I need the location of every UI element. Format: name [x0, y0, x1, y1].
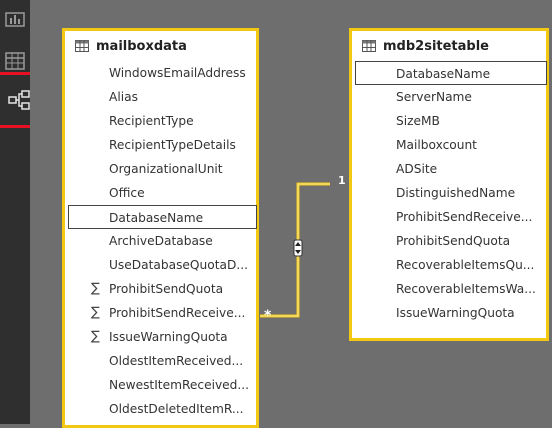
table-mailboxdata[interactable]: mailboxdata WindowsEmailAddress Alias Reci… [62, 28, 259, 428]
relationships-canvas[interactable]: 1 * mailboxdata WindowsEmailAddress Alias… [30, 0, 552, 428]
table-icon [362, 40, 376, 52]
table-field[interactable]: ADSite [352, 157, 546, 181]
field-label: ServerName [396, 90, 472, 104]
table-field[interactable]: IssueWarningQuota [352, 301, 546, 325]
field-label: ADSite [396, 162, 438, 176]
table-field[interactable]: NewestItemReceived... [65, 373, 256, 397]
table-field[interactable]: Mailboxcount [352, 133, 546, 157]
field-label: OldestItemReceived... [109, 354, 244, 368]
report-view-icon[interactable] [0, 0, 30, 34]
table-field[interactable]: OrganizationalUnit [65, 157, 256, 181]
table-field[interactable]: RecipientTypeDetails [65, 133, 256, 157]
table-field[interactable]: SizeMB [352, 109, 546, 133]
table-field[interactable]: ∑ ProhibitSendReceive... [65, 301, 256, 325]
table-field[interactable]: UseDatabaseQuotaD... [65, 253, 256, 277]
table-field[interactable]: DistinguishedName [352, 181, 546, 205]
field-label: Mailboxcount [396, 138, 477, 152]
field-label: RecipientTypeDetails [109, 138, 236, 152]
table-field[interactable]: DatabaseName [355, 61, 547, 85]
field-label: RecipientType [109, 114, 194, 128]
table-field[interactable]: ProhibitSendReceive... [352, 205, 546, 229]
field-label: RecoverableItemsQu... [396, 258, 535, 272]
field-label: IssueWarningQuota [109, 330, 228, 344]
view-switcher-sidebar [0, 0, 40, 424]
field-label: ProhibitSendReceive... [109, 306, 246, 320]
field-label: NewestItemReceived... [109, 378, 250, 392]
sum-icon: ∑ [91, 281, 100, 296]
field-list: DatabaseName ServerName SizeMB Mailboxcount… [352, 61, 547, 325]
field-label: ProhibitSendQuota [396, 234, 511, 248]
table-field[interactable]: OldestItemReceived... [65, 349, 256, 373]
field-label: WindowsEmailAddress [109, 66, 246, 80]
table-field[interactable]: DatabaseName [68, 205, 257, 229]
one-cardinality-label: 1 [338, 174, 346, 187]
table-field[interactable]: ∑ ProhibitSendQuota [65, 277, 256, 301]
table-icon [75, 40, 89, 52]
table-field[interactable]: ServerName [352, 85, 546, 109]
field-label: DatabaseName [109, 211, 204, 225]
field-label: DistinguishedName [396, 186, 516, 200]
field-label: OldestDeletedItemR... [109, 402, 244, 416]
field-list: WindowsEmailAddress Alias RecipientType Rec… [65, 61, 257, 421]
table-field[interactable]: RecipientType [65, 109, 256, 133]
field-label: IssueWarningQuota [396, 306, 515, 320]
sum-icon: ∑ [91, 329, 100, 344]
table-field[interactable]: ∑ IssueWarningQuota [65, 325, 256, 349]
field-label: Office [109, 186, 145, 200]
field-label: UseDatabaseQuotaD... [109, 258, 248, 272]
table-header[interactable]: mailboxdata [65, 31, 256, 61]
many-cardinality-label: * [264, 308, 272, 324]
field-label: Alias [109, 90, 138, 104]
table-title: mailboxdata [96, 38, 187, 54]
table-mdb2sitetable[interactable]: mdb2sitetable DatabaseName ServerName Size… [349, 28, 549, 341]
field-label: ProhibitSendReceive... [396, 210, 533, 224]
field-label: SizeMB [396, 114, 440, 128]
table-title: mdb2sitetable [383, 38, 489, 54]
table-field[interactable]: RecoverableItemsQu... [352, 253, 546, 277]
table-field[interactable]: RecoverableItemsWa... [352, 277, 546, 301]
table-field[interactable]: ProhibitSendQuota [352, 229, 546, 253]
table-field[interactable]: Alias [65, 85, 256, 109]
table-field[interactable]: OldestDeletedItemR... [65, 397, 256, 421]
field-label: RecoverableItemsWa... [396, 282, 536, 296]
field-label: OrganizationalUnit [109, 162, 223, 176]
sum-icon: ∑ [91, 305, 100, 320]
cross-filter-both-icon [293, 239, 303, 257]
table-field[interactable]: ArchiveDatabase [65, 229, 256, 253]
table-field[interactable]: Office [65, 181, 256, 205]
table-field[interactable]: WindowsEmailAddress [65, 61, 256, 85]
field-label: ArchiveDatabase [109, 234, 213, 248]
field-label: DatabaseName [396, 67, 491, 81]
field-label: ProhibitSendQuota [109, 282, 224, 296]
table-header[interactable]: mdb2sitetable [352, 31, 546, 61]
